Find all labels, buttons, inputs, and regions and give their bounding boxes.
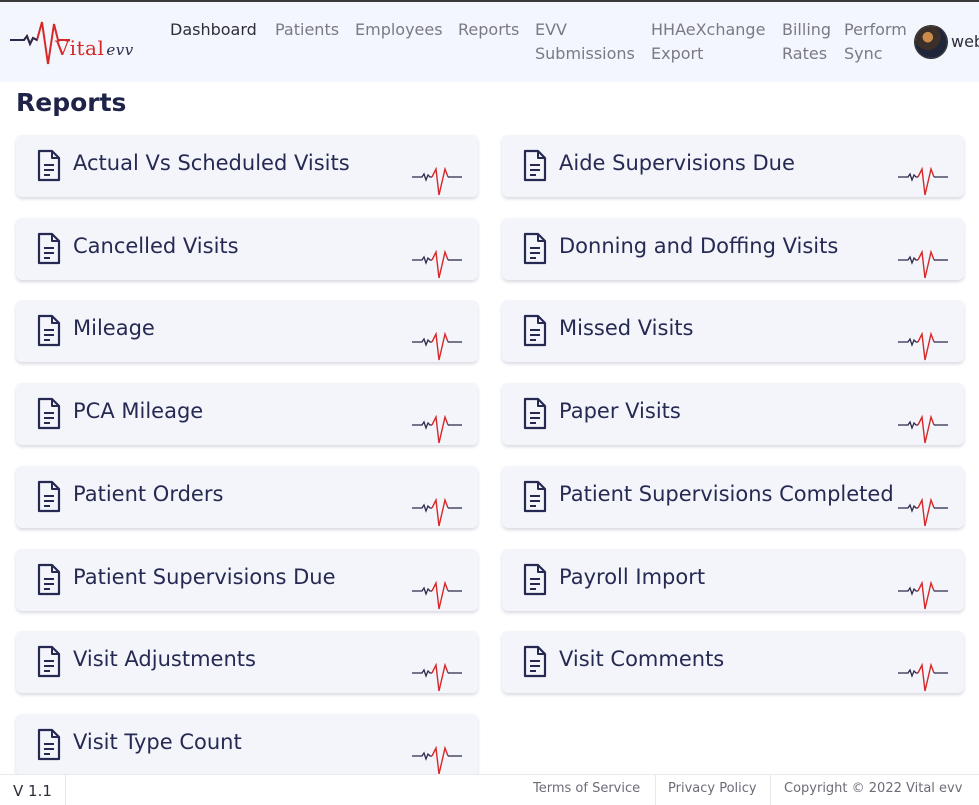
document-icon [522, 563, 548, 597]
nav-evv-submissions[interactable]: EVV Submissions [535, 18, 635, 66]
document-icon [522, 645, 548, 679]
pulse-icon [898, 249, 948, 280]
report-card[interactable]: Paper Visits [502, 383, 964, 445]
report-card[interactable]: Visit Type Count [16, 714, 478, 776]
document-icon [522, 397, 548, 431]
report-card-label: Missed Visits [559, 316, 694, 340]
user-avatar[interactable] [915, 26, 947, 58]
document-icon [36, 480, 62, 514]
report-card-label: Patient Orders [73, 482, 224, 506]
report-card-label: Patient Supervisions Due [73, 565, 336, 589]
report-card-label: Paper Visits [559, 399, 681, 423]
document-icon [36, 563, 62, 597]
report-card[interactable]: Missed Visits [502, 300, 964, 362]
report-card[interactable]: Visit Adjustments [16, 631, 478, 693]
page-title: Reports [16, 88, 127, 117]
nav-perform-sync[interactable]: Perform Sync [844, 18, 907, 66]
report-card-label: Visit Adjustments [73, 647, 256, 671]
privacy-policy-link[interactable]: Privacy Policy [668, 781, 757, 796]
report-card-label: Actual Vs Scheduled Visits [73, 151, 350, 175]
pulse-icon [898, 414, 948, 445]
footer-divider [770, 775, 771, 805]
document-icon [36, 314, 62, 348]
nav-patients[interactable]: Patients [275, 18, 339, 42]
app-version: V 1.1 [0, 775, 66, 805]
vital-evv-logo[interactable]: Vital evv [10, 18, 133, 70]
report-card-label: PCA Mileage [73, 399, 204, 423]
report-card[interactable]: Actual Vs Scheduled Visits [16, 135, 478, 197]
nav-employees[interactable]: Employees [355, 18, 443, 42]
pulse-icon [898, 580, 948, 611]
report-card-label: Donning and Doffing Visits [559, 234, 839, 258]
document-icon [36, 397, 62, 431]
pulse-icon [412, 414, 462, 445]
report-card[interactable]: Patient Supervisions Due [16, 549, 478, 611]
reports-grid: Actual Vs Scheduled Visits Aide Supervisi… [16, 135, 964, 776]
document-icon [36, 232, 62, 266]
logo-wordmark: Vital evv [55, 36, 134, 60]
report-card[interactable]: Donning and Doffing Visits [502, 218, 964, 280]
copyright-text: Copyright © 2022 Vital evv [784, 781, 963, 796]
document-icon [36, 149, 62, 183]
nav-billing-rates[interactable]: Billing Rates [782, 18, 831, 66]
report-card-label: Mileage [73, 316, 155, 340]
pulse-icon [412, 497, 462, 528]
nav-hhaexchange-export[interactable]: HHAeXchange Export [651, 18, 765, 66]
document-icon [522, 232, 548, 266]
report-card-label: Cancelled Visits [73, 234, 239, 258]
document-icon [522, 314, 548, 348]
pulse-icon [898, 166, 948, 197]
report-card[interactable]: Patient Supervisions Completed [502, 466, 964, 528]
pulse-icon [412, 331, 462, 362]
pulse-icon [412, 249, 462, 280]
report-card[interactable]: Payroll Import [502, 549, 964, 611]
top-navbar: Vital evv Dashboard Patients Employees Re… [0, 0, 979, 82]
report-card-label: Payroll Import [559, 565, 706, 589]
document-icon [522, 149, 548, 183]
document-icon [36, 728, 62, 762]
document-icon [522, 480, 548, 514]
user-name[interactable]: web [951, 32, 979, 51]
footer-divider [655, 775, 656, 805]
report-card-label: Visit Type Count [73, 730, 242, 754]
nav-dashboard[interactable]: Dashboard [170, 18, 257, 42]
report-card-label: Aide Supervisions Due [559, 151, 795, 175]
pulse-icon [898, 662, 948, 693]
report-card-label: Patient Supervisions Completed [559, 482, 894, 506]
pulse-icon [412, 662, 462, 693]
pulse-icon [898, 497, 948, 528]
pulse-icon [412, 580, 462, 611]
terms-of-service-link[interactable]: Terms of Service [533, 781, 640, 796]
report-card[interactable]: Mileage [16, 300, 478, 362]
pulse-icon [898, 331, 948, 362]
pulse-icon [412, 745, 462, 776]
nav-reports[interactable]: Reports [458, 18, 519, 42]
report-card[interactable]: PCA Mileage [16, 383, 478, 445]
report-card-label: Visit Comments [559, 647, 725, 671]
report-card[interactable]: Patient Orders [16, 466, 478, 528]
document-icon [36, 645, 62, 679]
pulse-icon [412, 166, 462, 197]
footer: V 1.1 Terms of Service Privacy Policy Co… [0, 774, 979, 805]
report-card[interactable]: Cancelled Visits [16, 218, 478, 280]
report-card[interactable]: Visit Comments [502, 631, 964, 693]
report-card[interactable]: Aide Supervisions Due [502, 135, 964, 197]
